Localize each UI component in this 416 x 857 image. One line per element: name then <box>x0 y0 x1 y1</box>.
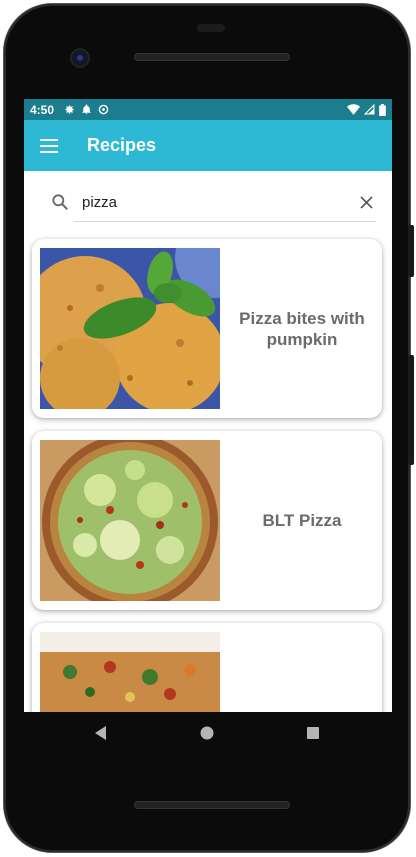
bottom-speaker <box>134 801 290 809</box>
home-circle-icon[interactable] <box>198 724 216 742</box>
back-triangle-icon[interactable] <box>92 724 110 742</box>
search-input[interactable] <box>82 193 322 211</box>
power-button <box>408 355 414 465</box>
volume-button <box>408 225 414 277</box>
notification-bell-icon <box>82 104 91 115</box>
battery-icon <box>379 103 386 116</box>
wifi-icon <box>347 104 360 115</box>
recents-square-icon[interactable] <box>304 724 322 742</box>
recipe-title: Pizza bites with pumpkin <box>239 308 365 349</box>
pizza-bites-photo <box>40 248 220 409</box>
app-title: Recipes <box>87 135 157 155</box>
app-bar: Recipes <box>24 120 392 171</box>
top-speaker <box>134 53 290 61</box>
settings-icon <box>65 105 74 114</box>
navigation-bar <box>24 712 392 754</box>
clear-search-button[interactable] <box>356 192 376 212</box>
app-screen: 4:50 Recipes pizza Pizza bites with pump… <box>24 99 392 712</box>
recipe-title: BLT Pizza <box>262 511 342 530</box>
sync-icon <box>98 104 109 115</box>
front-camera <box>72 50 88 66</box>
recipe-title <box>228 623 376 712</box>
blt-pizza-photo <box>40 440 220 601</box>
recipe-card[interactable]: BLT Pizza <box>32 431 382 610</box>
search-bar <box>46 183 376 221</box>
earpiece-slot <box>197 24 225 32</box>
cell-signal-icon <box>364 104 375 115</box>
status-time: 4:50 <box>30 102 55 117</box>
search-underline <box>74 221 376 222</box>
recipe-card[interactable] <box>32 623 382 712</box>
recipe-card[interactable]: Pizza bites with pumpkin <box>32 239 382 418</box>
close-icon <box>359 195 373 209</box>
status-bar: 4:50 <box>24 99 392 120</box>
search-icon <box>52 194 68 210</box>
pizza-slices-photo <box>40 632 220 712</box>
menu-button[interactable] <box>37 134 61 158</box>
hamburger-menu-icon <box>40 138 58 153</box>
